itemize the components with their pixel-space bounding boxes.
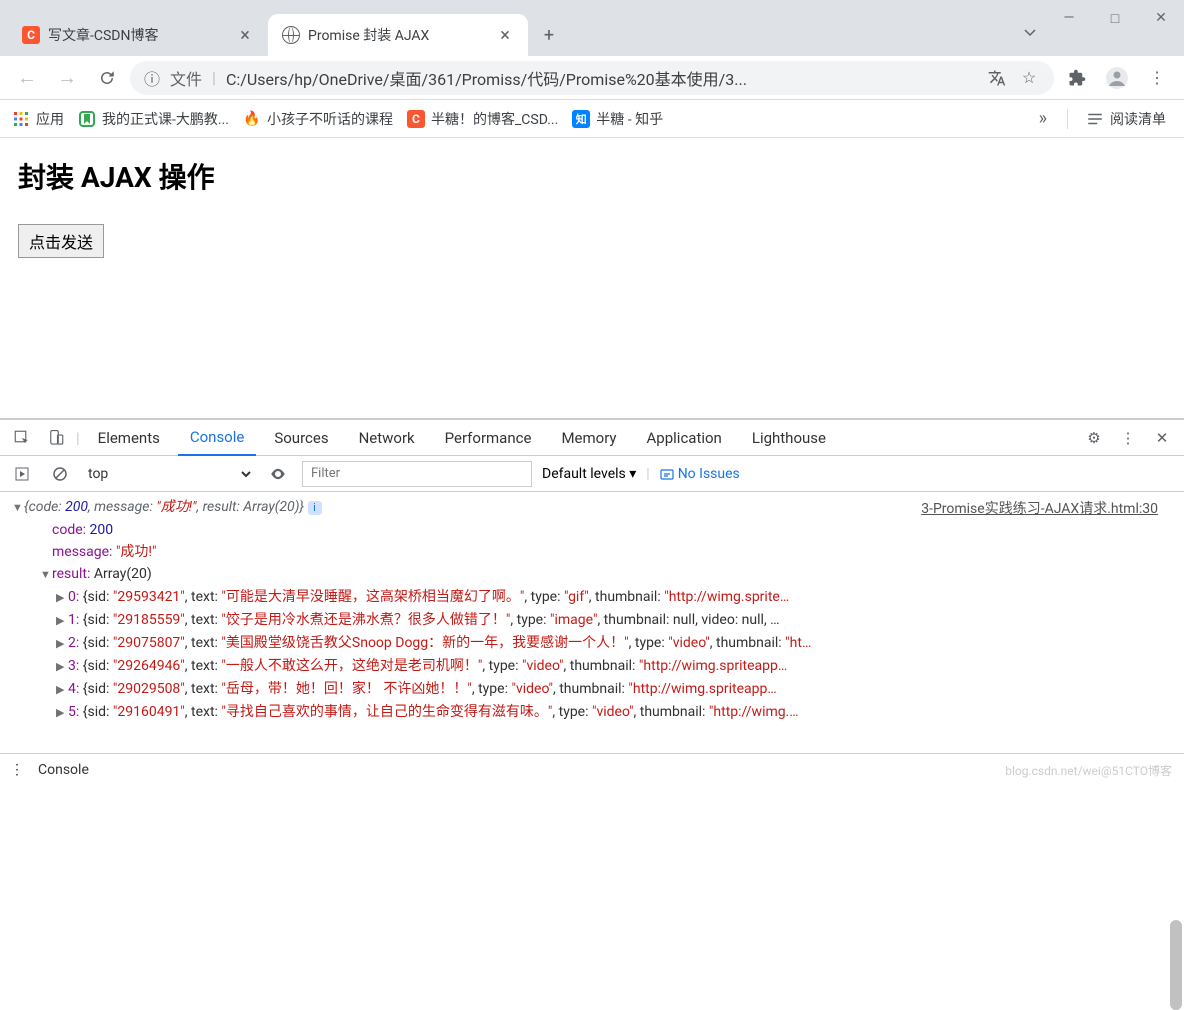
devtools-drawer: ⋮ Console blog.csdn.net/wei@51CTO博客 bbox=[0, 753, 1184, 785]
zhihu-icon: 知 bbox=[572, 110, 590, 128]
info-icon[interactable]: ⓘ bbox=[144, 66, 160, 90]
page-content: 封装 AJAX 操作 点击发送 bbox=[0, 138, 1184, 276]
play-icon[interactable] bbox=[8, 460, 36, 488]
profile-icon[interactable] bbox=[1100, 61, 1134, 95]
apps-button[interactable]: 应用 bbox=[12, 109, 64, 129]
info-icon: i bbox=[308, 501, 322, 515]
bookmarks-overflow[interactable]: » bbox=[1033, 108, 1053, 129]
bookmark-item[interactable]: 我的正式课-大鹏教... bbox=[78, 109, 229, 129]
devtools-tab-sources[interactable]: Sources bbox=[262, 420, 340, 456]
apps-label: 应用 bbox=[36, 109, 64, 129]
csdn-icon: C bbox=[407, 110, 425, 128]
back-button[interactable]: ← bbox=[10, 61, 44, 95]
devtools-tab-network[interactable]: Network bbox=[347, 420, 427, 456]
url-text: C:/Users/hp/OneDrive/桌面/361/Promiss/代码/P… bbox=[226, 66, 976, 90]
window-controls: — □ ✕ bbox=[1046, 0, 1184, 56]
address-bar[interactable]: ⓘ 文件 | C:/Users/hp/OneDrive/桌面/361/Promi… bbox=[130, 61, 1054, 95]
close-icon[interactable]: × bbox=[496, 26, 514, 44]
issues-button[interactable]: No Issues bbox=[660, 466, 740, 482]
devtools: | ElementsConsoleSourcesNetworkPerforman… bbox=[0, 418, 1184, 785]
reload-button[interactable] bbox=[90, 61, 124, 95]
console-row[interactable]: ▶2: {sid: "29075807", text: "美国殿堂级饶舌教父Sn… bbox=[24, 632, 1184, 655]
toolbar: ← → ⓘ 文件 | C:/Users/hp/OneDrive/桌面/361/P… bbox=[0, 56, 1184, 100]
more-icon[interactable]: ⋮ bbox=[1114, 424, 1142, 452]
bookmark-label: 小孩子不听话的课程 bbox=[267, 109, 393, 129]
menu-icon[interactable]: ⋮ bbox=[1140, 61, 1174, 95]
drawer-menu-icon[interactable]: ⋮ bbox=[10, 762, 24, 778]
bookmark-label: 半糖！的博客_CSD... bbox=[431, 109, 558, 129]
bookmarks-bar: 应用 我的正式课-大鹏教... 🔥 小孩子不听话的课程 C 半糖！的博客_CSD… bbox=[0, 100, 1184, 138]
tab-bar: C 写文章-CSDN博客 × Promise 封装 AJAX × + bbox=[0, 0, 1184, 56]
levels-select[interactable]: Default levels ▾ bbox=[542, 466, 636, 482]
console-row[interactable]: ▶5: {sid: "29160491", text: "寻找自己喜欢的事情，让… bbox=[24, 701, 1184, 724]
tab-title: 写文章-CSDN博客 bbox=[48, 25, 228, 45]
page-heading: 封装 AJAX 操作 bbox=[18, 156, 1166, 196]
reading-list-button[interactable]: 阅读清单 bbox=[1067, 109, 1172, 129]
context-select[interactable]: top bbox=[84, 465, 254, 483]
filter-input[interactable] bbox=[302, 461, 532, 487]
globe-icon bbox=[282, 26, 300, 44]
devtools-tabs: | ElementsConsoleSourcesNetworkPerforman… bbox=[0, 420, 1184, 456]
star-icon[interactable]: ☆ bbox=[1018, 67, 1040, 89]
bookmark-favicon bbox=[78, 110, 96, 128]
scrollbar-thumb[interactable] bbox=[1170, 920, 1182, 1010]
tab-overflow-button[interactable] bbox=[1016, 18, 1044, 46]
devtools-tab-console[interactable]: Console bbox=[178, 420, 257, 456]
translate-icon[interactable] bbox=[986, 67, 1008, 89]
new-tab-button[interactable]: + bbox=[534, 20, 564, 50]
devtools-tab-memory[interactable]: Memory bbox=[549, 420, 628, 456]
console-row[interactable]: ▶1: {sid: "29185559", text: "饺子是用冷水煮还是沸水… bbox=[24, 609, 1184, 632]
devtools-tab-performance[interactable]: Performance bbox=[433, 420, 544, 456]
tab-promise-ajax[interactable]: Promise 封装 AJAX × bbox=[268, 14, 528, 56]
send-button[interactable]: 点击发送 bbox=[18, 224, 104, 258]
devtools-tab-elements[interactable]: Elements bbox=[86, 420, 172, 456]
maximize-button[interactable]: □ bbox=[1092, 0, 1138, 36]
clear-icon[interactable] bbox=[46, 460, 74, 488]
csdn-icon: C bbox=[22, 26, 40, 44]
minimize-button[interactable]: — bbox=[1046, 0, 1092, 36]
bookmark-label: 我的正式课-大鹏教... bbox=[102, 109, 229, 129]
close-icon[interactable]: × bbox=[236, 26, 254, 44]
console-row[interactable]: ▶0: {sid: "29593421", text: "可能是大清早没睡醒，这… bbox=[24, 586, 1184, 609]
console-row[interactable]: ▶4: {sid: "29029508", text: "岳母，带！她！回！家！… bbox=[24, 678, 1184, 701]
forward-button[interactable]: → bbox=[50, 61, 84, 95]
close-icon[interactable]: ✕ bbox=[1148, 424, 1176, 452]
eye-icon[interactable] bbox=[264, 460, 292, 488]
apps-icon bbox=[12, 110, 30, 128]
inspect-icon[interactable] bbox=[8, 424, 36, 452]
console-row[interactable]: ▼result: Array(20) bbox=[24, 563, 1184, 586]
close-button[interactable]: ✕ bbox=[1138, 0, 1184, 36]
drawer-tab[interactable]: Console bbox=[38, 762, 89, 778]
devtools-tab-application[interactable]: Application bbox=[635, 420, 734, 456]
bookmark-item[interactable]: 知 半糖 - 知乎 bbox=[572, 109, 663, 129]
console-row[interactable]: message: "成功!" bbox=[24, 541, 1184, 563]
flame-icon: 🔥 bbox=[243, 110, 261, 128]
device-icon[interactable] bbox=[42, 424, 70, 452]
tab-csdn[interactable]: C 写文章-CSDN博客 × bbox=[8, 14, 268, 56]
extensions-icon[interactable] bbox=[1060, 61, 1094, 95]
tab-title: Promise 封装 AJAX bbox=[308, 25, 488, 45]
bookmark-label: 半糖 - 知乎 bbox=[596, 109, 663, 129]
bookmark-item[interactable]: C 半糖！的博客_CSD... bbox=[407, 109, 558, 129]
devtools-tab-lighthouse[interactable]: Lighthouse bbox=[740, 420, 838, 456]
console-row[interactable]: code: 200 bbox=[24, 519, 1184, 541]
bookmark-item[interactable]: 🔥 小孩子不听话的课程 bbox=[243, 109, 393, 129]
console-output: 3-Promise实践练习-AJAX请求.html:30 ▼{code: 200… bbox=[0, 492, 1184, 753]
issues-icon bbox=[660, 467, 674, 481]
reading-list-label: 阅读清单 bbox=[1110, 109, 1166, 129]
console-row[interactable]: ▶3: {sid: "29264946", text: "一般人不敢这么开，这绝… bbox=[24, 655, 1184, 678]
settings-icon[interactable]: ⚙ bbox=[1080, 424, 1108, 452]
source-link[interactable]: 3-Promise实践练习-AJAX请求.html:30 bbox=[921, 498, 1158, 520]
list-icon bbox=[1086, 110, 1104, 128]
file-label: 文件 bbox=[170, 66, 202, 90]
console-toolbar: top Default levels ▾ | No Issues bbox=[0, 456, 1184, 492]
watermark: blog.csdn.net/wei@51CTO博客 bbox=[1005, 762, 1172, 779]
